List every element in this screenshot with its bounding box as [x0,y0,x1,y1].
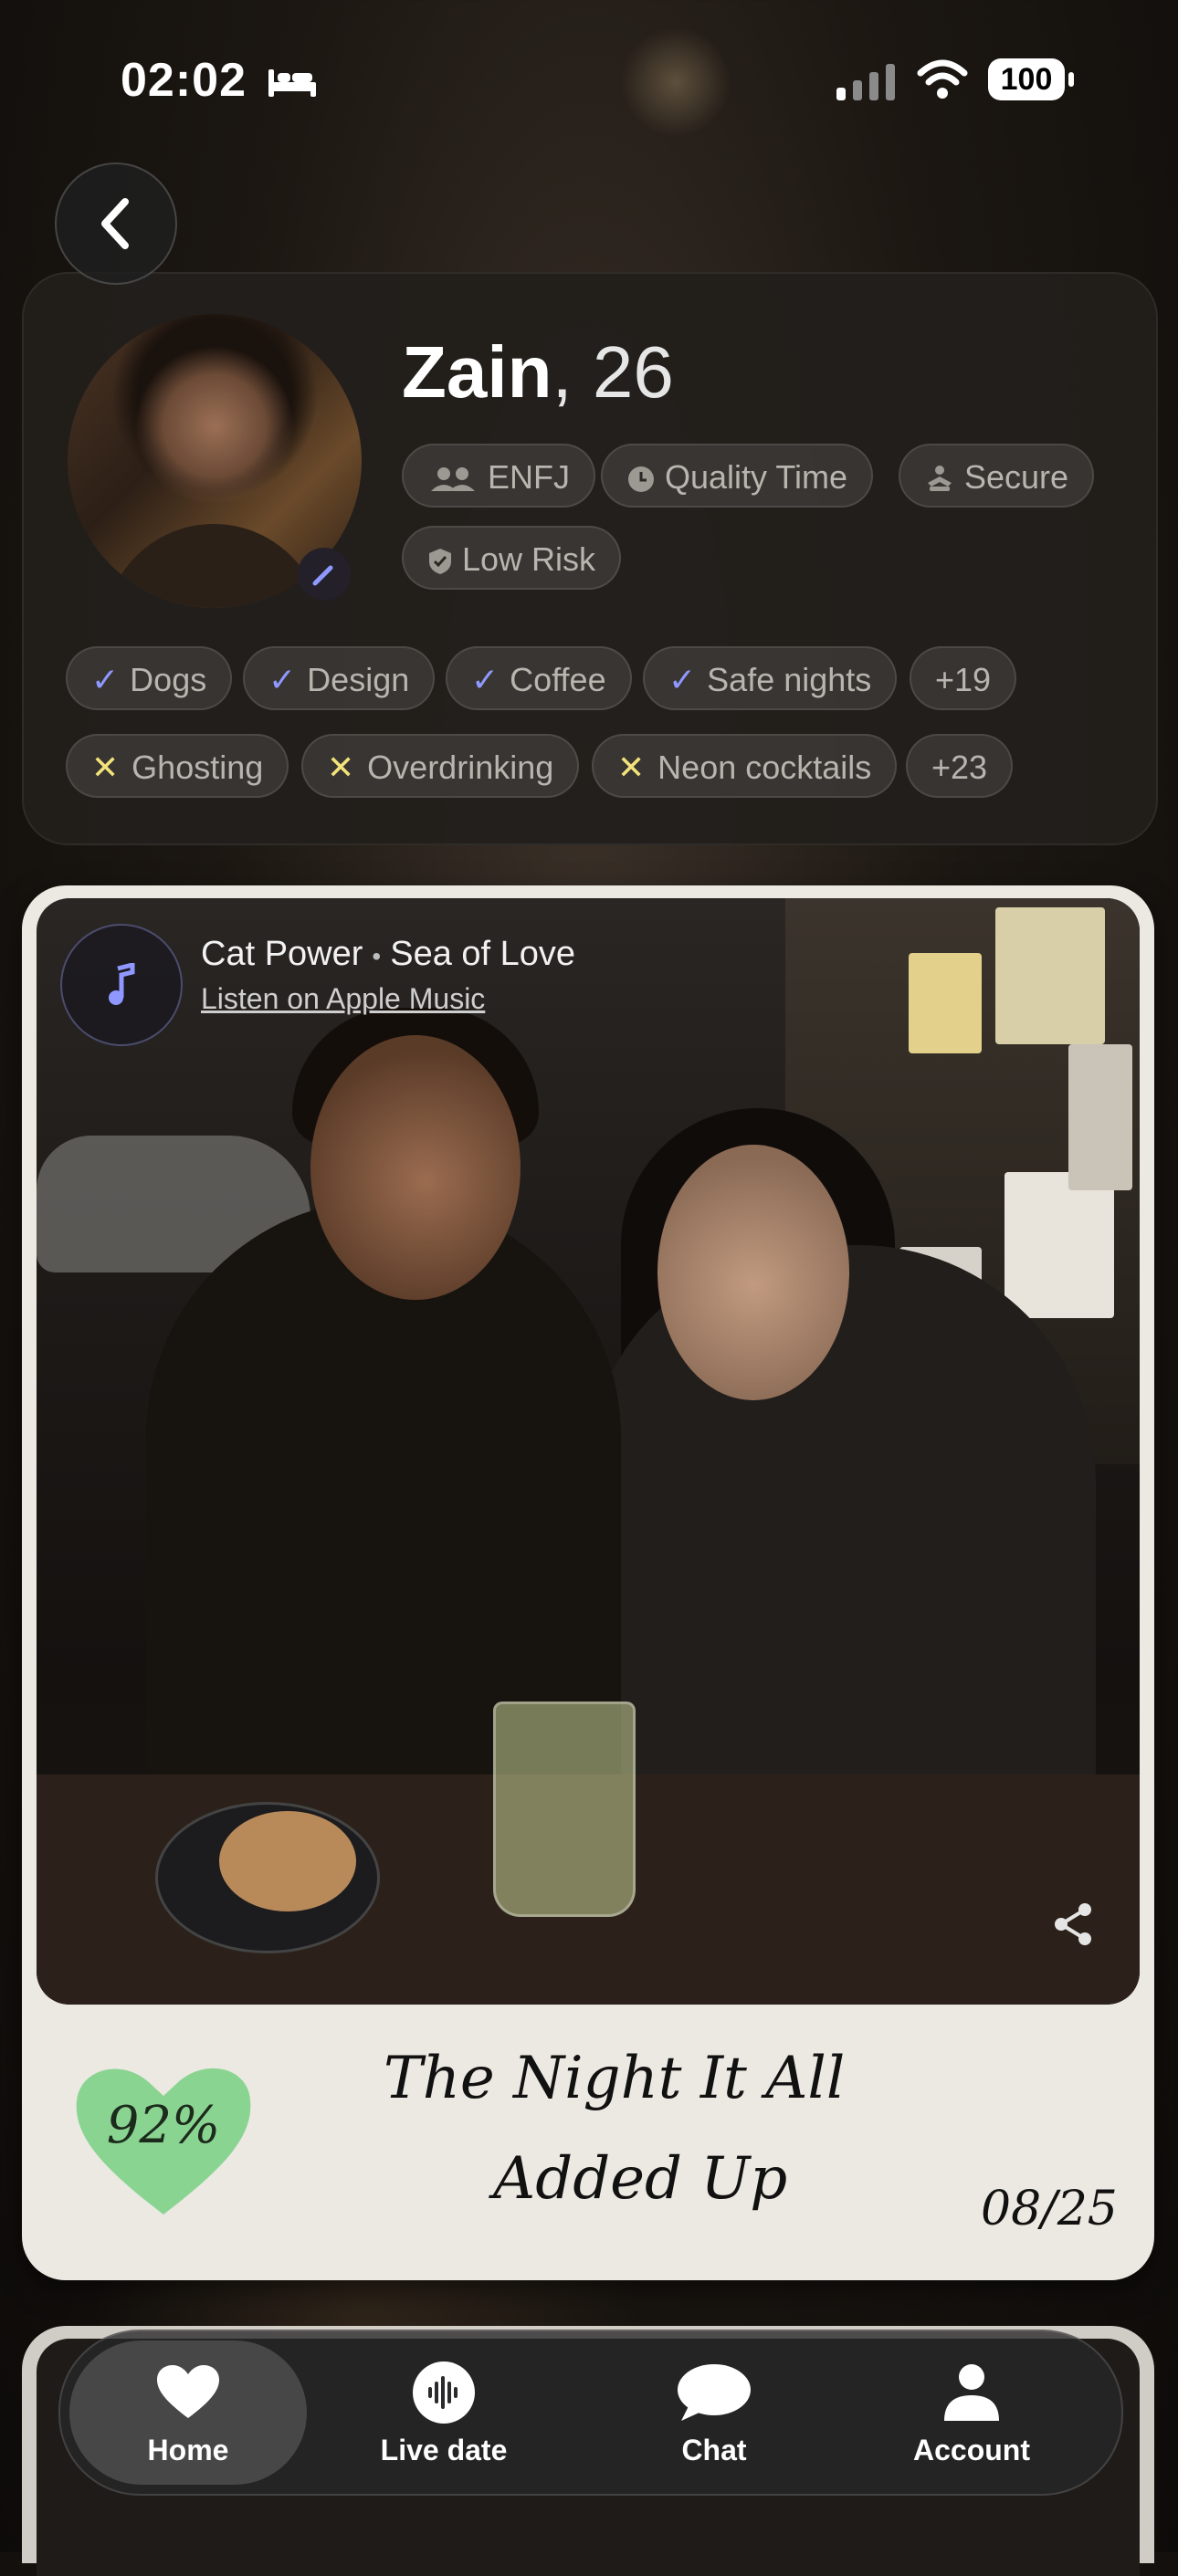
check-icon: ✓ [471,661,500,698]
share-icon[interactable] [1048,1899,1099,1950]
tab-live-date-label: Live date [380,2434,508,2466]
like-label: Design [307,661,410,698]
iced-drink [493,1702,636,1917]
person-icon [944,2364,999,2421]
battery-tip [1068,72,1074,87]
check-icon: ✓ [268,661,297,698]
song-artist: Cat Power [201,935,363,973]
caption-line-1: The Night It All [384,2045,846,2112]
song-info: Cat Power • Sea of Love [201,935,575,974]
separator-dot: • [372,942,382,970]
match-score: 92% [106,2096,221,2155]
memory-card[interactable]: Cat Power • Sea of Love Listen on Apple Mu… [22,885,1154,2280]
chip-love-language[interactable]: Quality Time [601,444,874,508]
music-play-button[interactable] [60,924,183,1046]
dislike-label: Neon cocktails [657,749,872,786]
dislike-chip[interactable]: ✕ Ghosting [66,734,289,798]
check-icon: ✓ [91,661,120,698]
like-chip[interactable]: ✓ Dogs [66,646,233,710]
chip-attachment-label: Secure [964,458,1069,496]
battery-level: 100 [988,58,1065,100]
memory-date: 08/25 [981,2182,1118,2236]
tab-account-label: Account [913,2434,1030,2466]
tab-home[interactable]: Home [69,2340,307,2485]
like-chip[interactable]: ✓ Coffee [446,646,632,710]
tab-bar: Home Live date Chat Account [58,2330,1123,2496]
chevron-left-icon [101,198,129,249]
chip-personality[interactable]: ENFJ [402,444,595,508]
poster [1068,1044,1132,1190]
chat-bubble-icon [678,2364,751,2421]
heart-icon [157,2365,219,2418]
avatar-shoulders [104,524,323,608]
man-face [310,1035,521,1300]
dislike-chip[interactable]: ✕ Neon cocktails [592,734,898,798]
poster [995,907,1105,1044]
dislike-chip[interactable]: ✕ Overdrinking [301,734,580,798]
more-likes-chip[interactable]: +19 [910,646,1017,710]
scone [219,1811,356,1911]
dislike-label: Ghosting [131,749,264,786]
x-icon: ✕ [91,749,120,786]
like-label: Coffee [510,661,606,698]
caption-line-2: Added Up [493,2145,788,2213]
tab-live-date[interactable]: Live date [325,2340,563,2485]
edit-avatar-button[interactable] [298,548,351,601]
listen-link[interactable]: Listen on Apple Music [201,982,485,1016]
waveform-icon [413,2361,475,2424]
more-likes-label: +19 [935,661,992,698]
profile-age: 26 [592,331,674,413]
back-button[interactable] [55,162,177,285]
chip-risk-label: Low Risk [462,540,596,578]
chip-risk[interactable]: Low Risk [402,526,622,590]
more-dislikes-label: +23 [931,749,988,786]
profile-card: Zain, 26 ENFJ Quality Time Secure Low Ri… [22,272,1158,845]
meditation-icon [928,466,952,492]
profile-name: Zain, 26 [402,330,674,414]
more-dislikes-chip[interactable]: +23 [906,734,1014,798]
song-title: Sea of Love [390,935,576,973]
people-icon [431,467,475,492]
status-time: 02:02 [121,54,247,107]
clock-icon [628,466,654,493]
cellular-signal-icon [836,64,895,100]
status-bar: 02:02 100 [0,47,1178,111]
tab-home-label: Home [147,2434,229,2466]
name-separator: , [552,331,573,413]
wifi-icon [917,59,968,99]
tab-chat-label: Chat [681,2434,747,2466]
x-icon: ✕ [327,749,355,786]
like-label: Dogs [130,661,207,698]
x-icon: ✕ [617,749,646,786]
couple-photo: Cat Power • Sea of Love Listen on Apple Mu… [37,898,1140,2005]
tab-account[interactable]: Account [853,2340,1090,2485]
chip-personality-label: ENFJ [488,458,570,496]
pencil-icon [312,565,333,586]
tab-chat[interactable]: Chat [595,2340,833,2485]
like-label: Safe nights [707,661,872,698]
battery-indicator: 100 [988,58,1076,100]
match-score-heart: 92% [68,2050,259,2224]
poster [1004,1172,1114,1318]
like-chip[interactable]: ✓ Design [243,646,436,710]
chip-love-language-label: Quality Time [665,458,848,496]
chip-attachment[interactable]: Secure [899,444,1095,508]
bed-icon [268,69,316,97]
music-note-icon [109,963,135,1005]
shield-check-icon [429,549,451,575]
like-chip[interactable]: ✓ Safe nights [643,646,898,710]
poster [909,953,982,1053]
check-icon: ✓ [668,661,697,698]
profile-first-name: Zain [402,331,552,413]
woman-face [657,1145,849,1400]
dislike-label: Overdrinking [367,749,554,786]
